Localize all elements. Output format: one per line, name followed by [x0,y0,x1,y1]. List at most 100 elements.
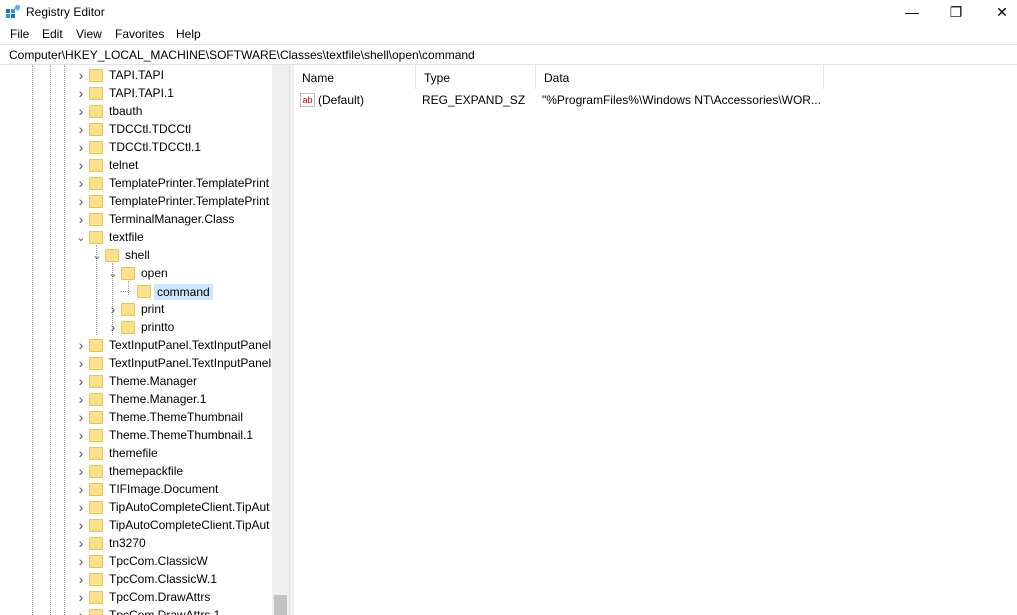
chevron-right-icon[interactable]: › [76,373,86,389]
chevron-right-icon[interactable]: › [76,463,86,479]
chevron-right-icon[interactable]: › [76,355,86,371]
chevron-down-icon[interactable]: ⌄ [92,248,102,262]
column-header-data[interactable]: Data [536,65,824,89]
folder-icon [89,357,103,370]
value-type[interactable]: REG_EXPAND_SZ [422,93,525,107]
folder-icon [89,555,103,568]
folder-icon [89,87,103,100]
chevron-right-icon[interactable]: › [76,589,86,605]
folder-icon [89,537,103,550]
tree-item[interactable]: › TemplatePrinter.TemplatePrint [0,192,270,210]
address-path[interactable]: Computer\HKEY_LOCAL_MACHINE\SOFTWARE\Cla… [9,48,475,62]
string-value-icon: ab [300,93,315,107]
minimize-button[interactable]: — [889,0,935,24]
chevron-right-icon[interactable]: › [76,337,86,353]
chevron-right-icon[interactable]: › [76,499,86,515]
tree-item[interactable]: › TpcCom.DrawAttrs [0,588,270,606]
tree-item[interactable]: › themepackfile [0,462,270,480]
tree-item[interactable]: › TpcCom.ClassicW [0,552,270,570]
folder-icon [89,375,103,388]
chevron-right-icon[interactable]: › [76,67,86,83]
values-list[interactable]: Name Type Data ab (Default) REG_EXPAND_S… [294,65,1017,615]
chevron-right-icon[interactable]: › [76,391,86,407]
column-header-type[interactable]: Type [416,65,536,89]
tree-item[interactable]: › TDCCtl.TDCCtl.1 [0,138,270,156]
chevron-right-icon[interactable]: › [108,301,118,317]
tree-item-label: command [154,284,213,300]
tree-item[interactable]: › TextInputPanel.TextInputPanel. [0,354,275,372]
tree-item[interactable]: › TipAutoCompleteClient.TipAut [0,498,270,516]
chevron-right-icon[interactable]: › [76,427,86,443]
chevron-right-icon[interactable]: › [76,139,86,155]
tree-item[interactable]: › TemplatePrinter.TemplatePrint [0,174,270,192]
chevron-down-icon[interactable]: ⌄ [76,230,86,244]
close-button[interactable]: ✕ [979,0,1017,24]
chevron-right-icon[interactable]: › [76,157,86,173]
menu-bar: File Edit View Favorites Help [0,24,1017,44]
tree-item[interactable]: › TpcCom.ClassicW.1 [0,570,270,588]
folder-icon [89,573,103,586]
tree-item[interactable]: › themefile [0,444,270,462]
column-header-name[interactable]: Name [294,65,416,89]
tree-item-label: themepackfile [109,464,184,478]
tree-item[interactable]: › TpcCom.DrawAttrs.1 [0,606,270,615]
chevron-right-icon[interactable]: › [108,319,118,335]
tree-item[interactable]: › Theme.ThemeThumbnail.1 [0,426,270,444]
chevron-right-icon[interactable]: › [76,409,86,425]
chevron-right-icon[interactable]: › [76,121,86,137]
tree-item[interactable]: command [0,282,270,300]
tree-scrollbar-thumb[interactable] [274,595,287,615]
tree-item[interactable]: › telnet [0,156,270,174]
chevron-right-icon[interactable]: › [76,193,86,209]
tree-item[interactable]: › TextInputPanel.TextInputPanel [0,336,271,354]
registry-tree[interactable]: › TAPI.TAPI › TAPI.TAPI.1 › tbauth › TDCCtl.TDC… [0,65,289,615]
tree-item[interactable]: › Theme.Manager.1 [0,390,270,408]
chevron-right-icon[interactable]: › [76,103,86,119]
folder-icon [89,483,103,496]
chevron-right-icon[interactable]: › [76,571,86,587]
tree-item[interactable]: › TAPI.TAPI [0,66,270,84]
tree-item[interactable]: › TDCCtl.TDCCtl [0,120,270,138]
tree-item[interactable]: › print [0,300,270,318]
tree-item[interactable]: ⌄ shell [0,246,270,264]
menu-help[interactable]: Help [176,27,201,41]
value-name[interactable]: (Default) [318,93,364,107]
tree-item[interactable]: › TerminalManager.Class [0,210,270,228]
menu-edit[interactable]: Edit [42,27,63,41]
chevron-right-icon[interactable]: › [76,535,86,551]
chevron-right-icon[interactable]: › [76,607,86,615]
chevron-down-icon[interactable]: ⌄ [108,266,118,280]
menu-view[interactable]: View [76,27,102,41]
folder-icon [89,447,103,460]
folder-icon [137,285,151,298]
chevron-right-icon[interactable]: › [76,175,86,191]
tree-item[interactable]: ⌄ textfile [0,228,270,246]
chevron-right-icon[interactable]: › [76,211,86,227]
chevron-right-icon[interactable]: › [76,85,86,101]
chevron-right-icon[interactable]: › [76,553,86,569]
chevron-right-icon[interactable]: › [76,445,86,461]
tree-item-label: Theme.ThemeThumbnail [109,410,244,424]
address-bar[interactable]: Computer\HKEY_LOCAL_MACHINE\SOFTWARE\Cla… [0,44,1017,65]
tree-item[interactable]: ⌄ open [0,264,270,282]
tree-item[interactable]: › TipAutoCompleteClient.TipAut [0,516,270,534]
tree-item-label: Theme.Manager.1 [109,392,207,406]
value-data[interactable]: "%ProgramFiles%\Windows NT\Accessories\W… [542,93,821,107]
tree-item-label: Theme.ThemeThumbnail.1 [109,428,254,442]
tree-item[interactable]: › Theme.ThemeThumbnail [0,408,270,426]
tree-item[interactable]: › Theme.Manager [0,372,270,390]
tree-item[interactable]: › tn3270 [0,534,270,552]
tree-item[interactable]: › tbauth [0,102,270,120]
tree-scrollbar[interactable] [272,65,289,615]
menu-favorites[interactable]: Favorites [115,27,164,41]
maximize-button[interactable]: ❐ [933,0,979,24]
tree-item-label: TDCCtl.TDCCtl [109,122,191,136]
tree-item[interactable]: › TIFImage.Document [0,480,270,498]
tree-item[interactable]: › printto [0,318,270,336]
folder-icon [105,249,119,262]
menu-file[interactable]: File [10,27,29,41]
chevron-right-icon[interactable]: › [76,517,86,533]
chevron-right-icon[interactable]: › [76,481,86,497]
tree-item[interactable]: › TAPI.TAPI.1 [0,84,270,102]
folder-icon [89,213,103,226]
